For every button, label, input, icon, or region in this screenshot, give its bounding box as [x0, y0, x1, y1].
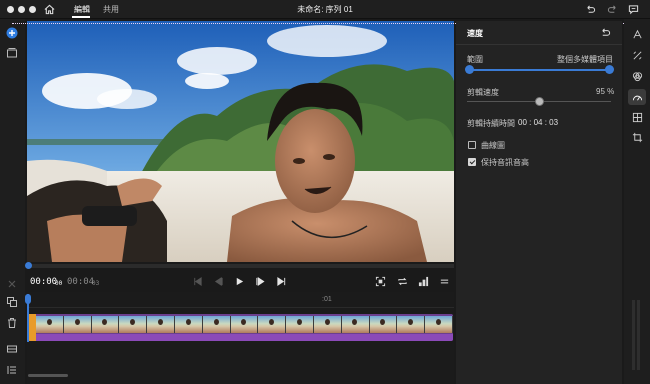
- audio-meter-left: [632, 300, 635, 370]
- clip-speed-handle[interactable]: [535, 97, 544, 106]
- transition-icon[interactable]: [632, 50, 643, 61]
- scrub-bar[interactable]: [25, 262, 454, 269]
- range-end-handle[interactable]: [605, 65, 614, 74]
- clip-thumbnail: [230, 316, 259, 333]
- timeline-ruler-label: :01: [322, 296, 332, 303]
- undo-icon[interactable]: [585, 4, 596, 15]
- play-icon[interactable]: [234, 276, 245, 287]
- title-bar: 編輯 共用 未命名: 序列 01: [0, 0, 650, 19]
- panel-title: 速度: [467, 29, 483, 38]
- preview-frame: [27, 21, 454, 262]
- color-icon[interactable]: [632, 71, 643, 82]
- clip-audio-track: [36, 334, 453, 341]
- left-tool-rail: [0, 19, 25, 384]
- cut-icon[interactable]: [6, 278, 18, 290]
- clip-speed-value[interactable]: 95 %: [596, 87, 614, 96]
- fit-frame-icon[interactable]: [375, 276, 386, 287]
- tracks-icon[interactable]: [6, 364, 18, 376]
- clip-thumbnail: [286, 316, 314, 333]
- clip-speed-label: 剪輯速度: [467, 88, 499, 97]
- range-slider[interactable]: [469, 69, 610, 71]
- next-frame-icon[interactable]: [255, 276, 266, 287]
- captions-icon[interactable]: [6, 343, 18, 355]
- clip-thumbnail: [63, 316, 92, 333]
- reset-icon[interactable]: [600, 27, 611, 38]
- titles-icon[interactable]: [632, 29, 643, 40]
- transform-icon[interactable]: [632, 112, 643, 123]
- clip-thumbnail: [91, 316, 120, 333]
- duration-timecode: 00:04: [67, 277, 95, 287]
- current-frames: 00: [55, 280, 63, 287]
- clip-thumbnail: [313, 316, 342, 333]
- quality-icon[interactable]: [418, 276, 429, 287]
- maintain-pitch-label[interactable]: 保持音訊音高: [481, 157, 529, 168]
- range-value: 整個多媒體項目: [557, 55, 613, 64]
- document-title: 未命名: 序列 01: [297, 5, 353, 14]
- maintain-pitch-checkbox[interactable]: [468, 158, 476, 166]
- duplicate-icon[interactable]: [6, 296, 18, 308]
- clip-thumbnails: [36, 316, 453, 333]
- timeline-ruler: [27, 307, 454, 308]
- clip-thumbnail: [369, 316, 398, 333]
- go-to-start-icon[interactable]: [192, 276, 203, 287]
- audio-meter-right: [637, 300, 640, 370]
- panel-divider: [456, 44, 622, 45]
- redo-icon[interactable]: [607, 4, 618, 15]
- clip-thumbnail: [202, 316, 231, 333]
- curve-checkbox-label[interactable]: 曲線圖: [481, 140, 505, 151]
- curve-checkbox[interactable]: [468, 141, 476, 149]
- scrub-playhead[interactable]: [25, 262, 32, 269]
- clip-duration-label: 剪輯持續時間: [467, 119, 515, 128]
- clip-thumbnail: [397, 316, 426, 333]
- duration-frames: 03: [92, 280, 100, 287]
- video-preview[interactable]: [27, 21, 454, 262]
- clip-thumbnail: [147, 316, 175, 333]
- trash-icon[interactable]: [6, 317, 18, 329]
- go-to-end-icon[interactable]: [276, 276, 287, 287]
- clip-thumbnail: [258, 316, 287, 333]
- add-icon[interactable]: [6, 27, 18, 39]
- clip-thumbnail: [119, 316, 148, 333]
- loop-icon[interactable]: [397, 276, 408, 287]
- video-clip[interactable]: [27, 314, 453, 341]
- crop-icon[interactable]: [632, 132, 643, 143]
- range-label: 範圍: [467, 55, 483, 64]
- feedback-icon[interactable]: [628, 4, 639, 15]
- clip-thumbnail: [425, 316, 453, 333]
- clip-duration-value[interactable]: 00 : 04 : 03: [518, 118, 558, 127]
- playhead-handle[interactable]: [25, 294, 31, 304]
- previous-frame-icon[interactable]: [213, 276, 224, 287]
- clip-thumbnail: [341, 316, 370, 333]
- media-icon[interactable]: [6, 47, 18, 59]
- speed-panel: [456, 21, 622, 384]
- timeline-scrollbar[interactable]: [28, 374, 68, 377]
- clip-thumbnail: [36, 316, 64, 333]
- current-timecode: 00:00: [30, 277, 58, 287]
- range-start-handle[interactable]: [465, 65, 474, 74]
- menu-icon[interactable]: [439, 276, 450, 287]
- speed-icon[interactable]: [632, 92, 643, 103]
- clip-thumbnail: [174, 316, 203, 333]
- active-tab-indicator: [72, 16, 90, 18]
